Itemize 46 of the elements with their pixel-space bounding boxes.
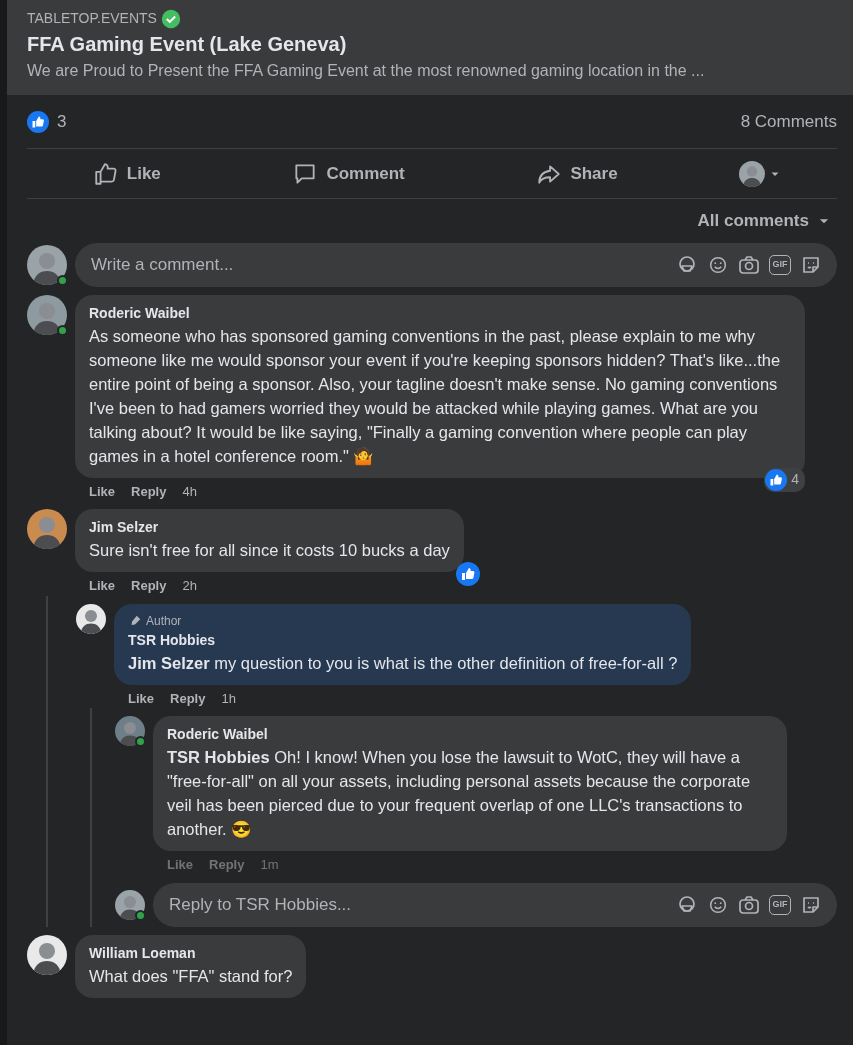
comment-text: TSR Hobbies Oh! I know! When you lose the lawsuit to WotC, they will have a "free-for-all" on all your assets, including personal assets because the corporate veil has been pierced due to your frequent overlap of one LLC's transactions to another. 😎 (167, 747, 752, 840)
user-avatar[interactable] (27, 244, 67, 285)
commenter-name[interactable]: TSR Hobbies (128, 629, 678, 651)
like-link[interactable]: Like (128, 688, 154, 708)
gif-button[interactable]: GIF (769, 254, 791, 275)
commenter-avatar[interactable] (27, 509, 67, 549)
commenter-avatar[interactable] (27, 934, 67, 975)
like-icon (92, 160, 119, 187)
comment-filter-dropdown[interactable]: All comments (691, 207, 837, 235)
comment-time[interactable]: 2h (182, 576, 197, 596)
comment-time[interactable]: 1h (221, 688, 236, 708)
commenter-name[interactable]: Roderic Waibel (89, 302, 791, 324)
commenter-name[interactable]: William Loeman (89, 942, 293, 964)
comment-count-link[interactable]: 8 Comments (740, 108, 837, 135)
online-status-dot (57, 274, 68, 286)
reply-link[interactable]: Reply (170, 688, 206, 708)
comment-button[interactable]: Comment (282, 154, 415, 193)
link-description: We are Proud to Present the FFA Gaming Event at the most renowned gaming location in the ... (27, 61, 706, 81)
user-avatar[interactable] (739, 160, 766, 187)
comment-text: What does "FFA" stand for? (89, 965, 293, 987)
share-button[interactable]: Share (526, 154, 628, 193)
like-reaction-icon (765, 468, 788, 491)
commenter-avatar[interactable] (27, 294, 67, 335)
link-title: FFA Gaming Event (Lake Geneva) (27, 32, 348, 57)
gif-button[interactable]: GIF (769, 894, 791, 915)
like-count[interactable]: 3 (57, 108, 67, 135)
link-preview-card[interactable]: TABLETOP.EVENTS FFA Gaming Event (Lake Geneva) We are Proud to Present the FFA Gaming Event at the most renowned gaming location in the ... (7, 0, 853, 95)
reply-link[interactable]: Reply (131, 576, 167, 596)
commenter-name[interactable]: Roderic Waibel (167, 724, 773, 745)
comment-text: Jim Selzer my question to you is what is the other definition of free-for-all ? (128, 652, 678, 674)
user-avatar[interactable] (115, 889, 145, 920)
comment-input-field[interactable]: Write a comment... GIF (75, 242, 837, 287)
comment-text: Sure isn't free for all since it costs 10 bucks a day (89, 540, 450, 561)
author-label: Author (146, 612, 182, 630)
commenter-avatar[interactable] (76, 603, 106, 634)
comment-text: As someone who has sponsored gaming conventions in the past, please explain to me why someone like me would sponsor your event if you're keeping sponsors hidden? That's like...the entire point of being a sponsor. Also, your tagline doesn't make sense. No gaming conventions I've been to had gamers worried they would be attacked while playing games. What are you talking about? It would be like saying, "Finally a gaming convention where people can play games in a hotel conference room." 🤷 (89, 325, 782, 468)
like-reaction-icon[interactable] (27, 110, 49, 133)
reply-link[interactable]: Reply (131, 481, 167, 501)
commenter-name[interactable]: Jim Selzer (89, 517, 450, 538)
like-link[interactable]: Like (89, 481, 115, 501)
reaction-count[interactable]: 4 (764, 467, 805, 492)
comment-time[interactable]: 4h (182, 481, 197, 501)
comment-input-field[interactable]: Reply to TSR Hobbies... GIF (153, 882, 837, 927)
link-domain: TABLETOP.EVENTS (27, 9, 157, 28)
like-button[interactable]: Like (82, 154, 171, 193)
like-link[interactable]: Like (89, 576, 115, 596)
